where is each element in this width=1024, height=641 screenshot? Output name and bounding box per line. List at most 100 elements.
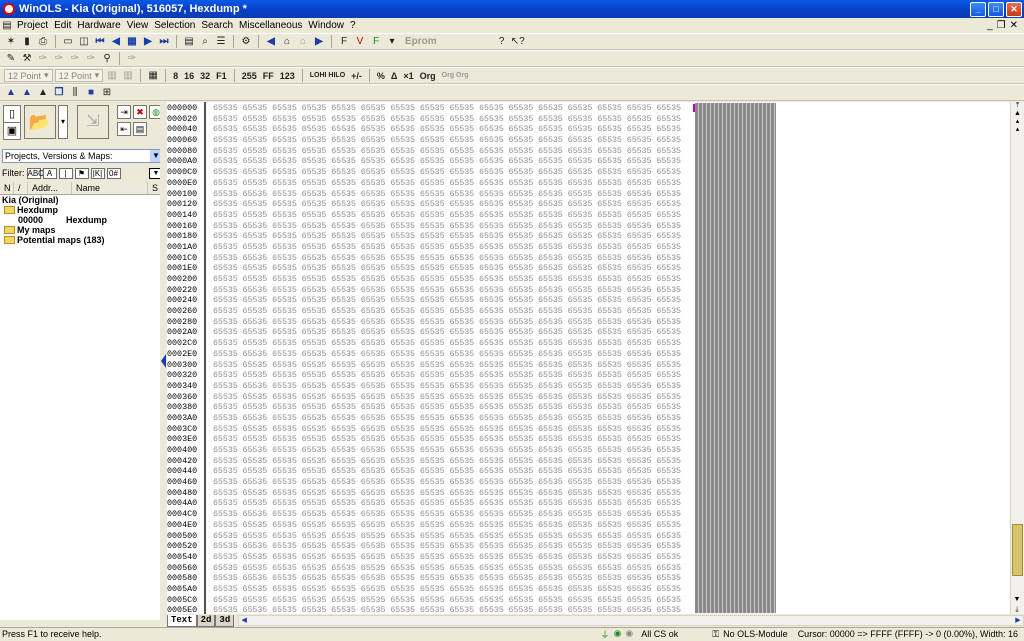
- print-icon[interactable]: ⎙: [36, 35, 50, 48]
- grid-icon[interactable]: ▦: [125, 35, 139, 48]
- scroll-up-icon[interactable]: ▲: [1011, 110, 1024, 118]
- tree-folder-potential-maps[interactable]: Potential maps (183): [0, 235, 160, 245]
- hex-cells[interactable]: 65535 65535 65535 65535 65535 65535 6553…: [213, 103, 681, 614]
- filter-flag-button[interactable]: ⚑: [74, 167, 89, 179]
- hex-row[interactable]: 65535 65535 65535 65535 65535 65535 6553…: [213, 156, 681, 167]
- hex-view[interactable]: 000000 000020 000040 000060 000080 0000A0 0000…: [167, 102, 1010, 614]
- tab-text[interactable]: Text: [167, 614, 197, 627]
- col-slash[interactable]: /: [14, 182, 28, 194]
- col-addr[interactable]: Addr...: [28, 182, 72, 194]
- home-icon[interactable]: ⌂: [280, 35, 294, 48]
- decimal-button[interactable]: 255: [240, 71, 259, 81]
- horizontal-scrollbar[interactable]: ◀ ▶: [238, 615, 1024, 626]
- scroll-up-fast-icon[interactable]: ▴: [1011, 118, 1024, 126]
- export-icon[interactable]: ⇤: [117, 122, 131, 136]
- tree-item-hexdump[interactable]: 00000 Hexdump: [0, 215, 160, 225]
- hex-row[interactable]: 65535 65535 65535 65535 65535 65535 6553…: [213, 327, 681, 338]
- hex-row[interactable]: 65535 65535 65535 65535 65535 65535 6553…: [213, 605, 681, 614]
- hex-row[interactable]: 65535 65535 65535 65535 65535 65535 6553…: [213, 531, 681, 542]
- menu-selection[interactable]: Selection: [151, 20, 198, 31]
- vertical-scrollbar[interactable]: ⤒ ▲ ▴ ▴ ▼ ⤓: [1010, 102, 1024, 614]
- collapse-arrow-icon[interactable]: [161, 354, 166, 368]
- wand-icon[interactable]: ✶: [4, 35, 18, 48]
- hex-row[interactable]: 65535 65535 65535 65535 65535 65535 6553…: [213, 563, 681, 574]
- hex-row[interactable]: 65535 65535 65535 65535 65535 65535 6553…: [213, 317, 681, 328]
- lohi-button[interactable]: LOHI HILO: [308, 72, 347, 79]
- scroll-thumb[interactable]: [1012, 524, 1023, 576]
- hex-row[interactable]: 65535 65535 65535 65535 65535 65535 6553…: [213, 349, 681, 360]
- hex-row[interactable]: 65535 65535 65535 65535 65535 65535 6553…: [213, 434, 681, 445]
- prev-icon[interactable]: ◀: [109, 35, 123, 48]
- tool-sort-icon[interactable]: ⚲: [100, 52, 114, 65]
- mdi-minimize-button[interactable]: _: [987, 20, 993, 31]
- sign-button[interactable]: +/-: [349, 71, 364, 81]
- hex-row[interactable]: 65535 65535 65535 65535 65535 65535 6553…: [213, 199, 681, 210]
- font-size-select-2[interactable]: 12 Point ▾: [54, 69, 104, 82]
- projects-dropdown[interactable]: Projects, Versions & Maps: ▼: [2, 149, 163, 163]
- tree-folder-my-maps[interactable]: My maps: [0, 225, 160, 235]
- hex-row[interactable]: 65535 65535 65535 65535 65535 65535 6553…: [213, 285, 681, 296]
- mdi-restore-button[interactable]: ❐: [997, 20, 1006, 31]
- open-folder-icon[interactable]: 📂: [24, 105, 56, 139]
- hex-row[interactable]: 65535 65535 65535 65535 65535 65535 6553…: [213, 146, 681, 157]
- properties-icon[interactable]: ▤: [133, 122, 147, 136]
- hex-row[interactable]: 65535 65535 65535 65535 65535 65535 6553…: [213, 253, 681, 264]
- forward-icon[interactable]: ▶: [312, 35, 326, 48]
- menu-window[interactable]: Window: [305, 20, 347, 31]
- col-s[interactable]: S: [148, 182, 160, 194]
- pencil-icon[interactable]: ✎: [4, 52, 18, 65]
- hex-row[interactable]: 65535 65535 65535 65535 65535 65535 6553…: [213, 477, 681, 488]
- tools-icon[interactable]: ⚙: [239, 35, 253, 48]
- hex-row[interactable]: 65535 65535 65535 65535 65535 65535 6553…: [213, 552, 681, 563]
- filter-a-button[interactable]: A: [42, 167, 57, 179]
- whats-this-icon[interactable]: ↖?: [511, 35, 525, 48]
- hex-row[interactable]: 65535 65535 65535 65535 65535 65535 6553…: [213, 135, 681, 146]
- menu-search[interactable]: Search: [198, 20, 236, 31]
- tree-folder-hexdump[interactable]: Hexdump: [0, 205, 160, 215]
- original-compare-button[interactable]: Org Org: [440, 72, 471, 79]
- hex-row[interactable]: 65535 65535 65535 65535 65535 65535 6553…: [213, 541, 681, 552]
- tool-icon[interactable]: ⚒: [20, 52, 34, 65]
- hex-row[interactable]: 65535 65535 65535 65535 65535 65535 6553…: [213, 445, 681, 456]
- percent-button[interactable]: %: [375, 71, 387, 81]
- hex-row[interactable]: 65535 65535 65535 65535 65535 65535 6553…: [213, 103, 681, 114]
- scroll-left-icon[interactable]: ◀: [239, 616, 249, 625]
- scroll-down-icon[interactable]: ▼: [1011, 596, 1023, 604]
- menu-help[interactable]: ?: [347, 20, 359, 31]
- hex-row[interactable]: 65535 65535 65535 65535 65535 65535 6553…: [213, 274, 681, 285]
- close-button[interactable]: ✕: [1006, 1, 1022, 17]
- open-dropdown-icon[interactable]: ▾: [58, 105, 68, 139]
- marker-icon[interactable]: ⊞: [100, 86, 114, 99]
- hex-row[interactable]: 65535 65535 65535 65535 65535 65535 6553…: [213, 573, 681, 584]
- save-icon[interactable]: ▣: [3, 122, 21, 140]
- find-icon[interactable]: ⌕: [198, 35, 212, 48]
- hex-row[interactable]: 65535 65535 65535 65535 65535 65535 6553…: [213, 370, 681, 381]
- hex-row[interactable]: 65535 65535 65535 65535 65535 65535 6553…: [213, 466, 681, 477]
- hex-row[interactable]: 65535 65535 65535 65535 65535 65535 6553…: [213, 231, 681, 242]
- window-icon[interactable]: ▭: [61, 35, 75, 48]
- document-icon[interactable]: ▤: [0, 19, 14, 32]
- hex-row[interactable]: 65535 65535 65535 65535 65535 65535 6553…: [213, 488, 681, 499]
- scroll-right-icon[interactable]: ▶: [1013, 616, 1023, 625]
- hex-button[interactable]: FF: [261, 71, 276, 81]
- hex-row[interactable]: 65535 65535 65535 65535 65535 65535 6553…: [213, 306, 681, 317]
- color-icon[interactable]: ■: [84, 86, 98, 99]
- tab-2d[interactable]: 2d: [196, 614, 216, 627]
- stack-icon[interactable]: ☰: [214, 35, 228, 48]
- dropdown-arrow-icon[interactable]: ▾: [385, 35, 399, 48]
- factor-button[interactable]: ×1: [401, 71, 415, 81]
- filter-bar-button[interactable]: |: [58, 167, 73, 179]
- copy-icon[interactable]: ❐: [52, 86, 66, 99]
- hex-row[interactable]: 65535 65535 65535 65535 65535 65535 6553…: [213, 595, 681, 606]
- chart-3-icon[interactable]: ▲: [36, 86, 50, 99]
- hex-row[interactable]: 65535 65535 65535 65535 65535 65535 6553…: [213, 242, 681, 253]
- hex-row[interactable]: 65535 65535 65535 65535 65535 65535 6553…: [213, 178, 681, 189]
- hex-row[interactable]: 65535 65535 65535 65535 65535 65535 6553…: [213, 402, 681, 413]
- 8bit-button[interactable]: 8: [171, 71, 180, 81]
- info-icon[interactable]: ?: [495, 35, 509, 48]
- scroll-top-icon[interactable]: ⤒: [1011, 102, 1024, 110]
- 16bit-button[interactable]: 16: [182, 71, 196, 81]
- hex-row[interactable]: 65535 65535 65535 65535 65535 65535 6553…: [213, 392, 681, 403]
- f-box-icon[interactable]: F: [337, 35, 351, 48]
- filter-number-button[interactable]: 0#: [106, 167, 121, 179]
